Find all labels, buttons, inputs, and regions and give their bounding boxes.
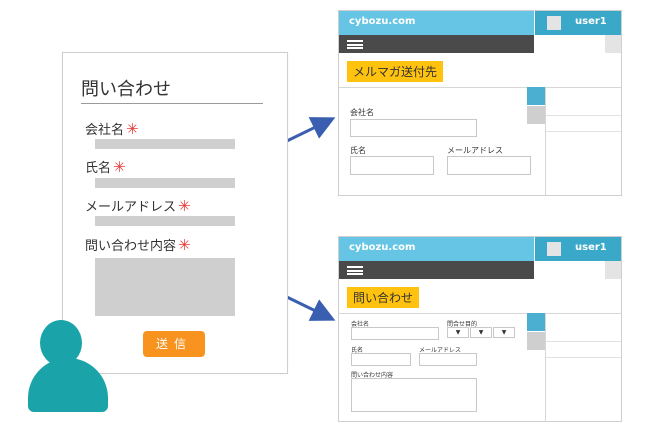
scrollbar-up[interactable] [527,87,545,105]
divider [339,313,621,314]
required-mark: ✳ [113,158,126,176]
field-label-email: メールアドレス ✳ [85,197,191,215]
scrollbar-thumb[interactable] [527,106,545,124]
divider [546,131,621,132]
form-title: 問い合わせ [81,79,171,100]
field-label-email: メールアドレス [447,146,503,155]
screen-heading: 問い合わせ [347,287,420,308]
avatar [547,16,561,30]
right-tab [605,261,621,279]
divider [546,341,621,342]
domain-label: cybozu.com [349,242,416,253]
right-tab [605,35,621,53]
domain-label: cybozu.com [349,16,416,27]
person-icon [40,320,82,366]
message-textarea[interactable] [351,378,477,412]
divider [339,87,621,88]
email-input[interactable] [95,216,235,226]
purpose-select-1[interactable]: ▼ [447,327,469,338]
inquiry-form-card: 問い合わせ 会社名 ✳ 氏名 ✳ メールアドレス ✳ 問い合わせ内容 ✳ 送信 [62,52,288,374]
menu-bar [339,261,534,279]
company-input[interactable] [350,119,477,137]
scrollbar-up[interactable] [527,313,545,331]
message-textarea[interactable] [95,258,235,316]
purpose-select-3[interactable]: ▼ [493,327,515,338]
user-name: user1 [575,242,607,253]
field-label-name: 氏名 ✳ [85,158,126,176]
field-label-name: 氏名 [350,146,366,155]
divider [545,87,546,195]
email-input[interactable] [447,156,531,175]
title-underline [81,103,263,104]
divider [545,313,546,421]
field-label-company: 会社名 ✳ [85,120,139,138]
scrollbar-thumb[interactable] [527,332,545,350]
field-label-company: 会社名 [350,108,374,117]
name-input[interactable] [351,353,411,366]
inquiry-screen: cybozu.com user1 問い合わせ 会社名 問合せ目的 ▼ ▼ ▼ 氏… [338,236,622,422]
divider [546,357,621,358]
divider [546,115,621,116]
company-input[interactable] [351,327,439,340]
purpose-select-2[interactable]: ▼ [470,327,492,338]
menu-icon[interactable] [347,40,363,49]
email-input[interactable] [419,353,477,366]
menu-bar [339,35,534,53]
field-label-message: 問い合わせ内容 ✳ [85,236,191,254]
mailing-list-screen: cybozu.com user1 メルマガ送付先 会社名 氏名 メールアドレス [338,10,622,196]
menu-icon[interactable] [347,266,363,275]
send-button[interactable]: 送信 [143,331,205,357]
name-input[interactable] [350,156,434,175]
screen-heading: メルマガ送付先 [347,61,444,82]
name-input[interactable] [95,178,235,188]
user-name: user1 [575,16,607,27]
avatar [547,242,561,256]
required-mark: ✳ [126,120,139,138]
required-mark: ✳ [178,197,191,215]
required-mark: ✳ [178,236,191,254]
company-input[interactable] [95,139,235,149]
